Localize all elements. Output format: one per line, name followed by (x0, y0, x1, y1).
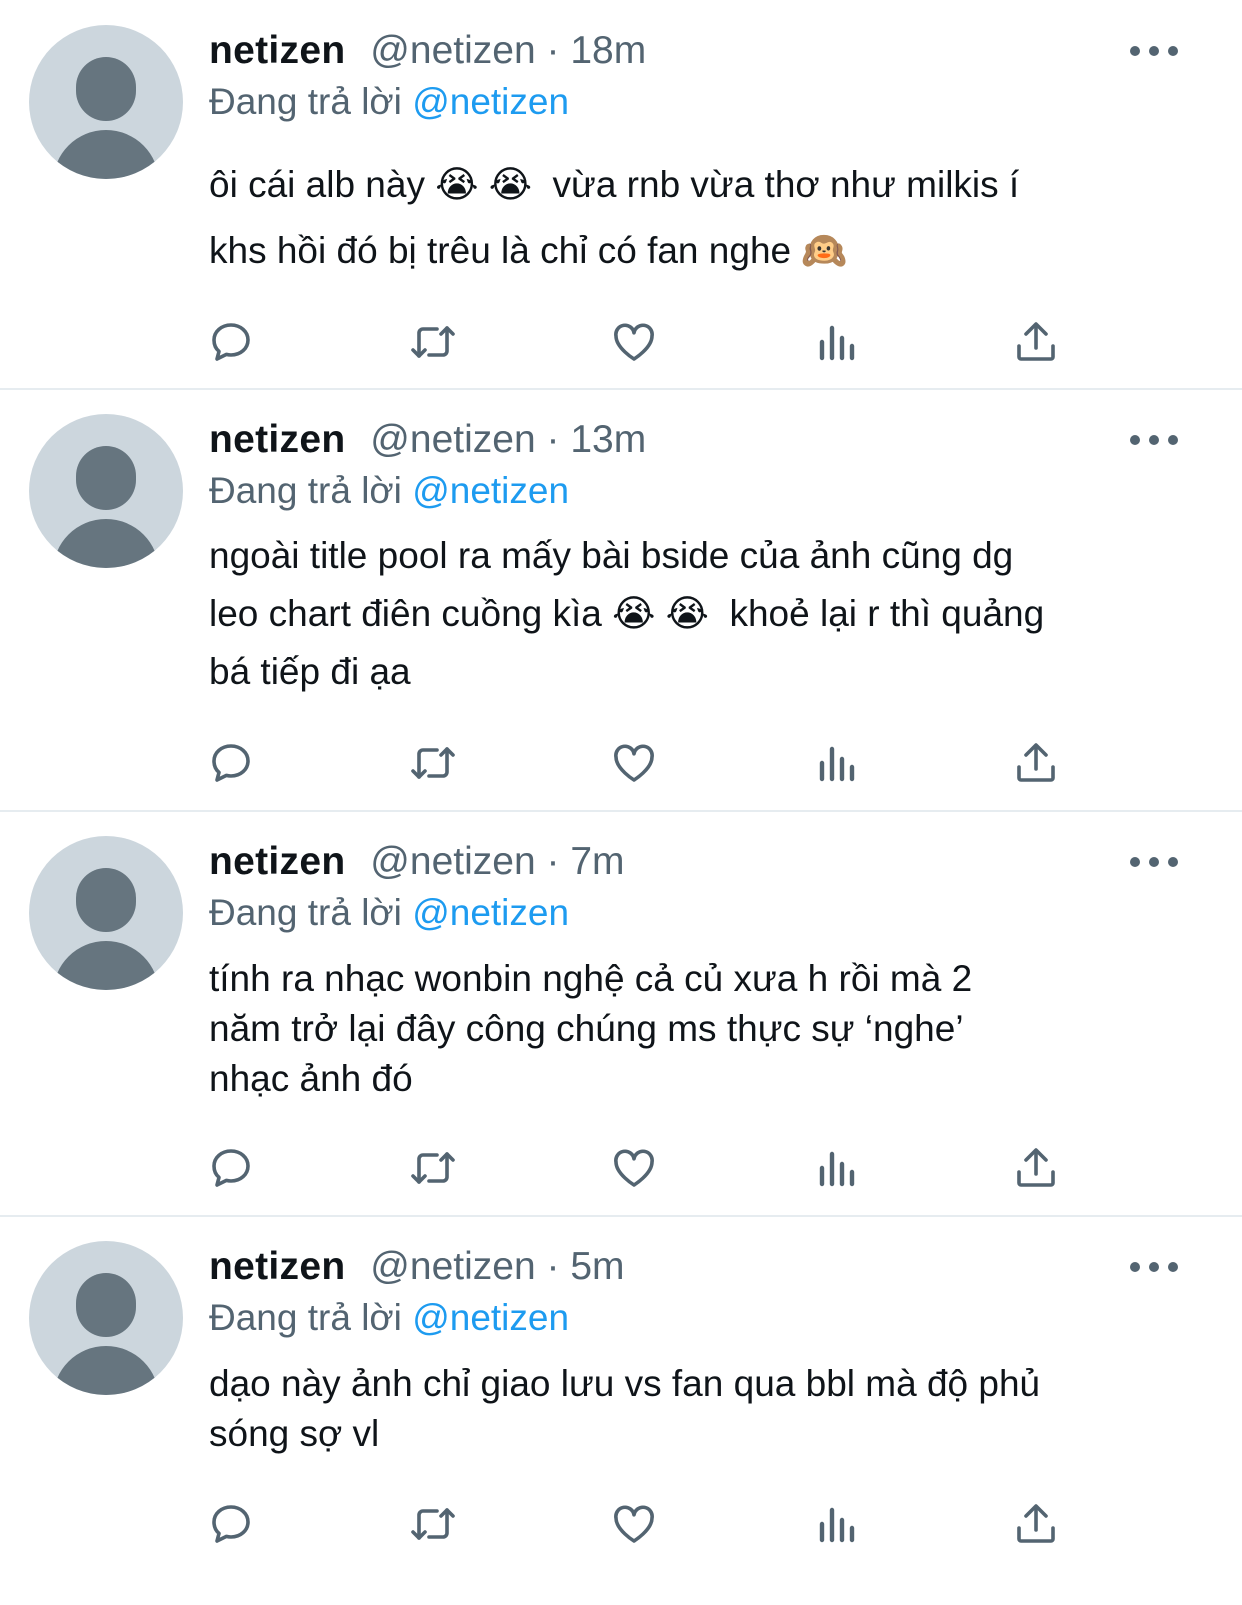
tweet-text: ôi cái alb này 😭 😭 vừa rnb vừa thơ như m… (209, 164, 1020, 271)
user-handle[interactable]: @netizen (370, 1245, 535, 1288)
reply-mention[interactable]: @netizen (412, 1297, 569, 1338)
reply-icon[interactable] (203, 1496, 259, 1552)
retweet-icon[interactable] (405, 1496, 461, 1552)
action-bar (0, 735, 1242, 791)
reply-context: Đang trả lời @netizen (209, 1293, 569, 1343)
tweet-header: netizen @netizen · 5m (209, 1242, 625, 1292)
tweet-header: netizen @netizen · 18m (209, 26, 646, 76)
tweet-text: ngoài title pool ra mấy bài bside của ản… (209, 535, 1045, 692)
avatar[interactable] (29, 836, 183, 990)
tweet-text: tính ra nhạc wonbin nghệ cả củ xưa h rồi… (209, 958, 973, 1099)
avatar[interactable] (29, 1241, 183, 1395)
timestamp[interactable]: 5m (570, 1245, 624, 1288)
reply-mention[interactable]: @netizen (412, 81, 569, 122)
display-name[interactable]: netizen (209, 1245, 345, 1288)
avatar-head (76, 868, 136, 932)
avatar-head (76, 57, 136, 121)
avatar-body (53, 941, 159, 990)
heart-icon[interactable] (606, 1140, 662, 1196)
reply-prefix: Đang trả lời (209, 81, 402, 122)
reply-prefix: Đang trả lời (209, 1297, 402, 1338)
heart-icon[interactable] (606, 1496, 662, 1552)
retweet-icon[interactable] (405, 735, 461, 791)
share-icon[interactable] (1008, 314, 1064, 370)
avatar-body (53, 519, 159, 568)
reply-icon[interactable] (203, 735, 259, 791)
separator: · (546, 840, 560, 883)
separator: · (546, 29, 560, 72)
tweet[interactable]: netizen @netizen · 5m Đang trả lời @neti… (0, 1217, 1242, 1605)
tweet[interactable]: netizen @netizen · 7m Đang trả lời @neti… (0, 812, 1242, 1215)
display-name[interactable]: netizen (209, 29, 345, 72)
tweet-text: dạo này ảnh chỉ giao lưu vs fan qua bbl … (209, 1363, 1041, 1454)
share-icon[interactable] (1008, 1496, 1064, 1552)
reply-icon[interactable] (203, 314, 259, 370)
analytics-icon[interactable] (808, 1496, 864, 1552)
avatar-head (76, 446, 136, 510)
avatar-body (53, 130, 159, 179)
action-bar (0, 1496, 1242, 1552)
avatar[interactable] (29, 414, 183, 568)
separator: · (546, 1245, 560, 1288)
tweet[interactable]: netizen @netizen · 13m Đang trả lời @net… (0, 390, 1242, 810)
reply-mention[interactable]: @netizen (412, 470, 569, 511)
user-handle[interactable]: @netizen (370, 840, 535, 883)
display-name[interactable]: netizen (209, 418, 345, 461)
avatar-head (76, 1273, 136, 1337)
heart-icon[interactable] (606, 735, 662, 791)
reply-prefix: Đang trả lời (209, 892, 402, 933)
tweet-header: netizen @netizen · 7m (209, 837, 625, 887)
avatar-body (53, 1346, 159, 1395)
more-icon[interactable] (1130, 44, 1178, 58)
retweet-icon[interactable] (405, 1140, 461, 1196)
more-icon[interactable] (1130, 855, 1178, 869)
share-icon[interactable] (1008, 1140, 1064, 1196)
timestamp[interactable]: 7m (570, 840, 624, 883)
timestamp[interactable]: 13m (570, 418, 646, 461)
tweet-header: netizen @netizen · 13m (209, 415, 646, 465)
more-icon[interactable] (1130, 433, 1178, 447)
action-bar (0, 314, 1242, 370)
action-bar (0, 1140, 1242, 1196)
retweet-icon[interactable] (405, 314, 461, 370)
reply-context: Đang trả lời @netizen (209, 888, 569, 938)
reply-prefix: Đang trả lời (209, 470, 402, 511)
avatar[interactable] (29, 25, 183, 179)
tweet[interactable]: netizen @netizen · 18m Đang trả lời @net… (0, 0, 1242, 388)
analytics-icon[interactable] (808, 314, 864, 370)
display-name[interactable]: netizen (209, 840, 345, 883)
reply-icon[interactable] (203, 1140, 259, 1196)
separator: · (546, 418, 560, 461)
heart-icon[interactable] (606, 314, 662, 370)
more-icon[interactable] (1130, 1260, 1178, 1274)
reply-context: Đang trả lời @netizen (209, 466, 569, 516)
timestamp[interactable]: 18m (570, 29, 646, 72)
analytics-icon[interactable] (808, 735, 864, 791)
user-handle[interactable]: @netizen (370, 418, 535, 461)
analytics-icon[interactable] (808, 1140, 864, 1196)
share-icon[interactable] (1008, 735, 1064, 791)
user-handle[interactable]: @netizen (370, 29, 535, 72)
reply-context: Đang trả lời @netizen (209, 77, 569, 127)
reply-feed: netizen @netizen · 18m Đang trả lời @net… (0, 0, 1242, 1605)
reply-mention[interactable]: @netizen (412, 892, 569, 933)
